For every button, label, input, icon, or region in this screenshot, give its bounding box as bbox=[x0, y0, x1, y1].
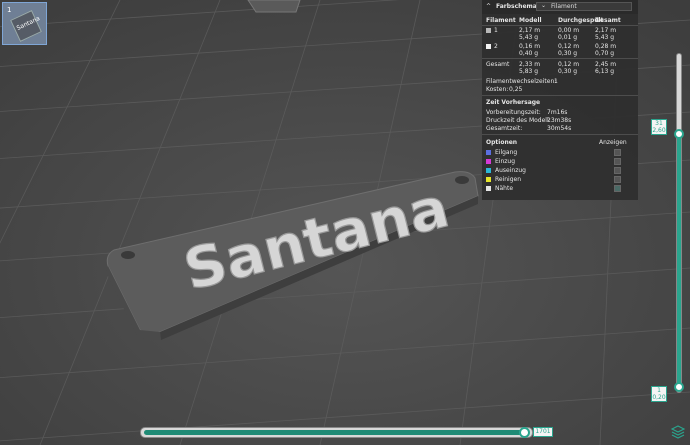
col-gesamt: Gesamt bbox=[595, 17, 621, 24]
cost-value: 0,25 bbox=[509, 86, 523, 93]
cost-label: Kosten: bbox=[486, 86, 509, 93]
option-eilgang: Eilgang bbox=[495, 149, 518, 156]
divider bbox=[482, 95, 638, 96]
option-swatch bbox=[486, 159, 491, 164]
option-einzug: Einzug bbox=[495, 158, 516, 165]
total-modell-m: 2,33 m bbox=[519, 61, 541, 68]
option-swatch bbox=[486, 177, 491, 182]
legend-panel: ^ Farbschema ⌄ Filament Filament Modell … bbox=[482, 0, 638, 200]
mount-hole-right bbox=[455, 176, 469, 184]
option-reinigen: Reinigen bbox=[495, 176, 522, 183]
filament-2-flush-m: 0,12 m bbox=[558, 43, 580, 50]
total-time-label: Gesamtzeit: bbox=[486, 125, 523, 132]
layer-top-number: 31 bbox=[655, 120, 663, 127]
filament-1-name: 1 bbox=[494, 27, 498, 34]
filament-1-modell-g: 5,43 g bbox=[519, 34, 539, 41]
collapse-arrow-icon[interactable]: ^ bbox=[486, 3, 491, 10]
option-naehte: Nähte bbox=[495, 185, 514, 192]
layer-bottom-number: 1 bbox=[657, 387, 661, 394]
color-scheme-label: Farbschema bbox=[496, 3, 537, 10]
total-time-value: 30m54s bbox=[547, 125, 572, 132]
option-swatch bbox=[486, 186, 491, 191]
layer-slider-top-handle[interactable] bbox=[674, 129, 684, 139]
option-swatch bbox=[486, 168, 491, 173]
total-flush-g: 0,30 g bbox=[558, 68, 578, 75]
move-slider-handle[interactable] bbox=[519, 427, 530, 438]
layer-top-tag: 31 2,60 bbox=[651, 119, 667, 135]
col-filament: Filament bbox=[486, 17, 516, 24]
filament-2-flush-g: 0,30 g bbox=[558, 50, 578, 57]
layer-slider-bottom-handle[interactable] bbox=[674, 382, 684, 392]
filament-1-flush-g: 0,01 g bbox=[558, 34, 578, 41]
total-flush-m: 0,12 m bbox=[558, 61, 580, 68]
options-title: Optionen bbox=[486, 139, 518, 146]
prep-time-label: Vorbereitungszeit: bbox=[486, 109, 541, 116]
filament-changes-value: 1 bbox=[554, 78, 558, 85]
filament-1-flush-m: 0,00 m bbox=[558, 27, 580, 34]
layer-slider-range bbox=[677, 138, 681, 386]
prep-time-value: 7m16s bbox=[547, 109, 568, 116]
total-total-g: 6,13 g bbox=[595, 68, 615, 75]
show-title: Anzeigen bbox=[599, 139, 627, 146]
option-eilgang-toggle[interactable] bbox=[614, 149, 621, 156]
time-section-title: Zeit Vorhersage bbox=[486, 99, 541, 106]
plate-thumbnail[interactable]: 1 Santana bbox=[2, 2, 47, 45]
filament-2-total-m: 0,28 m bbox=[595, 43, 617, 50]
layer-bottom-height: 0,20 bbox=[652, 394, 666, 401]
divider bbox=[482, 58, 638, 59]
option-reinigen-toggle[interactable] bbox=[614, 176, 621, 183]
print-time-value: 23m38s bbox=[547, 117, 572, 124]
filament-1-swatch bbox=[486, 28, 491, 33]
mount-hole-left bbox=[121, 251, 135, 259]
option-auseinzug: Auseinzug bbox=[495, 167, 526, 174]
total-modell-g: 5,83 g bbox=[519, 68, 539, 75]
option-einzug-toggle[interactable] bbox=[614, 158, 621, 165]
move-slider-range bbox=[144, 430, 524, 435]
total-total-m: 2,45 m bbox=[595, 61, 617, 68]
chevron-down-icon: ⌄ bbox=[541, 2, 547, 9]
filament-1-total-g: 5,43 g bbox=[595, 34, 615, 41]
color-scheme-value: Filament bbox=[551, 3, 577, 10]
col-modell: Modell bbox=[519, 17, 542, 24]
filament-2-swatch bbox=[486, 44, 491, 49]
layer-top-height: 2,60 bbox=[652, 127, 666, 134]
filament-2-total-g: 0,70 g bbox=[595, 50, 615, 57]
option-swatch bbox=[486, 150, 491, 155]
filament-1-total-m: 2,17 m bbox=[595, 27, 617, 34]
layer-bottom-tag: 1 0,20 bbox=[651, 386, 667, 402]
option-auseinzug-toggle[interactable] bbox=[614, 167, 621, 174]
filament-1-modell-m: 2,17 m bbox=[519, 27, 541, 34]
option-naehte-toggle[interactable] bbox=[614, 185, 621, 192]
filament-changes-label: Filamentwechselzeiten: bbox=[486, 78, 557, 85]
layers-icon[interactable] bbox=[671, 425, 685, 439]
print-time-label: Druckzeit des Modell: bbox=[486, 117, 551, 124]
filament-2-modell-m: 0,16 m bbox=[519, 43, 541, 50]
move-slider-value: 1701 bbox=[533, 427, 553, 437]
divider bbox=[482, 134, 638, 135]
total-label: Gesamt bbox=[486, 61, 510, 68]
plate-number: 1 bbox=[7, 6, 12, 14]
filament-2-name: 2 bbox=[494, 43, 498, 50]
color-scheme-dropdown[interactable]: ⌄ Filament bbox=[536, 2, 632, 11]
divider bbox=[482, 25, 638, 26]
partial-object bbox=[247, 0, 301, 13]
filament-2-modell-g: 0,40 g bbox=[519, 50, 539, 57]
